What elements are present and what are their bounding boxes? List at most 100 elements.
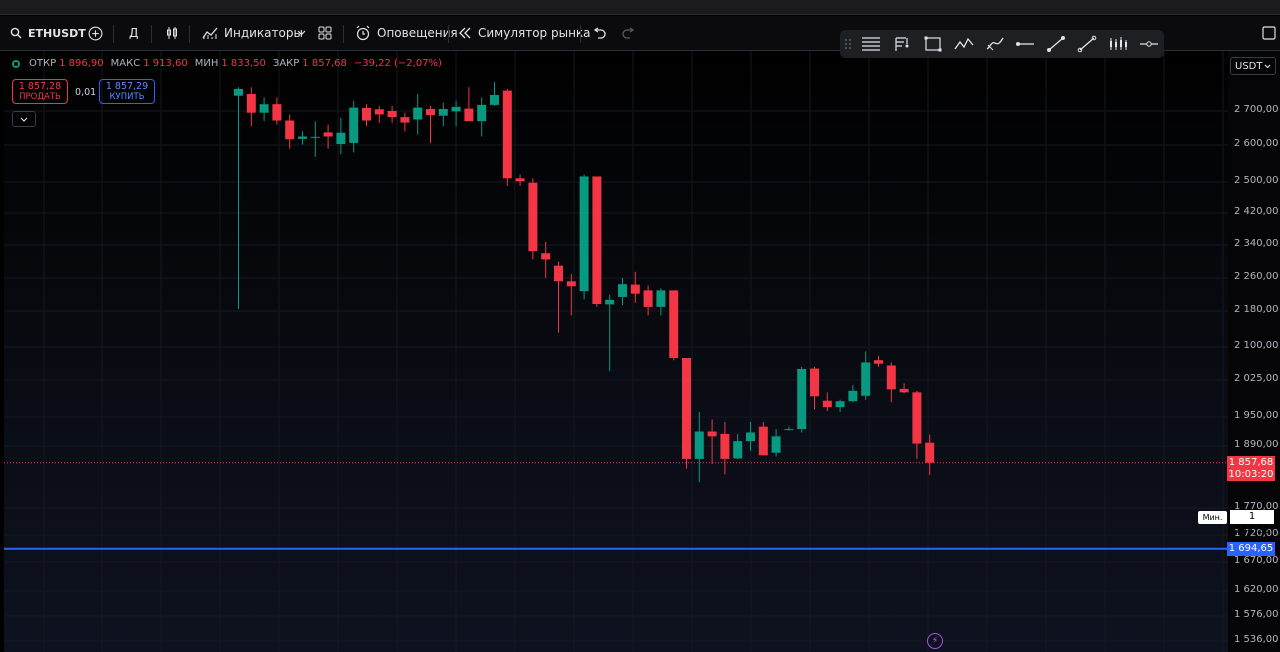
open-label: ОТКР: [29, 58, 57, 69]
close-label: ЗАКР: [272, 58, 300, 69]
candle-body: [413, 107, 423, 120]
line-segment-icon[interactable]: [1072, 30, 1103, 58]
candle: [822, 392, 832, 412]
last-price-value: 1 857,68: [1228, 457, 1274, 468]
candles-icon: [167, 27, 177, 39]
candle: [771, 429, 781, 457]
candle: [682, 358, 691, 469]
candlestick-chart[interactable]: [4, 51, 1228, 652]
candle-body: [259, 104, 269, 113]
sell-button[interactable]: 1 857,28 ПРОДАТЬ: [12, 79, 68, 104]
candle-body: [426, 108, 435, 116]
chevron-down-icon: [297, 30, 306, 36]
candle: [912, 390, 922, 459]
square-icon: [1262, 26, 1276, 40]
price-tick: 2 340,00: [1234, 238, 1279, 249]
undo-button[interactable]: [592, 16, 606, 50]
interval-button[interactable]: Д: [129, 16, 138, 50]
candle: [810, 366, 819, 410]
candle: [758, 421, 768, 456]
candle-body: [387, 111, 397, 118]
redo-button[interactable]: [622, 16, 636, 50]
bar-countdown: 10:03:20: [1228, 469, 1274, 480]
candle-body: [502, 90, 512, 179]
candle-body: [758, 426, 768, 456]
candle: [720, 421, 730, 475]
candle-body: [285, 120, 295, 140]
min-tag: Мин.: [1198, 511, 1227, 524]
grid: [4, 51, 1228, 652]
brush-icon[interactable]: [979, 30, 1010, 58]
collapse-legend-button[interactable]: [12, 111, 36, 127]
buy-price: 1 857,29: [105, 81, 149, 92]
indicators-label: Индикаторы: [224, 26, 303, 40]
indicators-button[interactable]: Индикаторы: [202, 16, 303, 50]
candle: [285, 114, 295, 149]
horizontal-line-price-label[interactable]: 1 694,65: [1227, 542, 1275, 556]
plus-circle-icon: [88, 26, 103, 40]
ohlc-legend: ОТКР 1 896,90 МАКС 1 913,60 МИН 1 833,50…: [12, 58, 442, 69]
price-tick: 2 025,00: [1234, 373, 1279, 384]
horizontal-line-icon[interactable]: [1133, 30, 1164, 58]
candle-body: [643, 290, 653, 307]
candle-body: [374, 109, 384, 115]
candle: [413, 94, 423, 135]
buy-button[interactable]: 1 857,29 КУПИТЬ: [99, 79, 155, 104]
price-tick: 1 620,00: [1234, 584, 1279, 595]
candle: [310, 121, 320, 157]
candle-body: [746, 432, 755, 442]
compare-button[interactable]: [88, 16, 103, 50]
toolbar-divider: [448, 25, 449, 43]
candle: [848, 384, 858, 403]
buy-label: КУПИТЬ: [109, 92, 145, 102]
high-value: 1 913,60: [143, 58, 188, 69]
candle: [451, 100, 461, 127]
candle-body: [925, 442, 935, 463]
rectangle-icon[interactable]: [918, 30, 949, 58]
trend-line-icon[interactable]: [1041, 30, 1072, 58]
price-tick: 1 890,00: [1234, 439, 1279, 450]
pitchfork-icon[interactable]: [887, 30, 918, 58]
candle: [554, 261, 563, 333]
replay-button[interactable]: Симулятор рынка: [458, 16, 591, 50]
symbol-search[interactable]: ETHUSDT: [10, 16, 86, 50]
price-tick: 1 670,00: [1234, 555, 1279, 566]
candle-body: [720, 433, 730, 459]
candle-body: [541, 253, 551, 260]
price-tick: 1 576,00: [1234, 609, 1279, 620]
chart-pane[interactable]: [4, 51, 1228, 652]
candle: [784, 426, 794, 431]
candle: [298, 131, 307, 145]
fib-levels-icon[interactable]: [856, 30, 887, 58]
candle-body: [592, 176, 602, 304]
horizontal-ray-icon[interactable]: [1010, 30, 1041, 58]
chart-type-button[interactable]: [165, 16, 179, 50]
bars-pattern-icon[interactable]: [1102, 30, 1133, 58]
close-value: 1 857,68: [302, 58, 347, 69]
candle-body: [669, 290, 679, 358]
indicators-dropdown[interactable]: [297, 16, 306, 50]
fullscreen-button[interactable]: [1262, 16, 1276, 50]
candle: [694, 412, 704, 483]
candle: [579, 174, 589, 300]
open-value: 1 896,90: [59, 58, 104, 69]
price-tick: 2 260,00: [1234, 271, 1279, 282]
candle-body: [771, 436, 781, 453]
currency-label: USDT: [1235, 60, 1263, 72]
currency-select[interactable]: USDT: [1230, 57, 1276, 75]
candle: [426, 105, 435, 144]
candle-body: [234, 88, 243, 96]
path-icon[interactable]: [948, 30, 979, 58]
alerts-button[interactable]: Оповещения: [355, 16, 458, 50]
drag-handle-icon[interactable]: [840, 30, 856, 58]
candle: [746, 421, 755, 452]
lightning-icon[interactable]: ⚡: [927, 633, 943, 649]
candle-body: [477, 104, 487, 122]
sell-price: 1 857,28: [18, 81, 62, 92]
candle: [259, 97, 269, 122]
candle: [618, 278, 627, 305]
candle: [592, 176, 602, 307]
rewind-icon: [459, 27, 471, 39]
layouts-button[interactable]: [318, 16, 332, 50]
candle-body: [298, 136, 307, 139]
